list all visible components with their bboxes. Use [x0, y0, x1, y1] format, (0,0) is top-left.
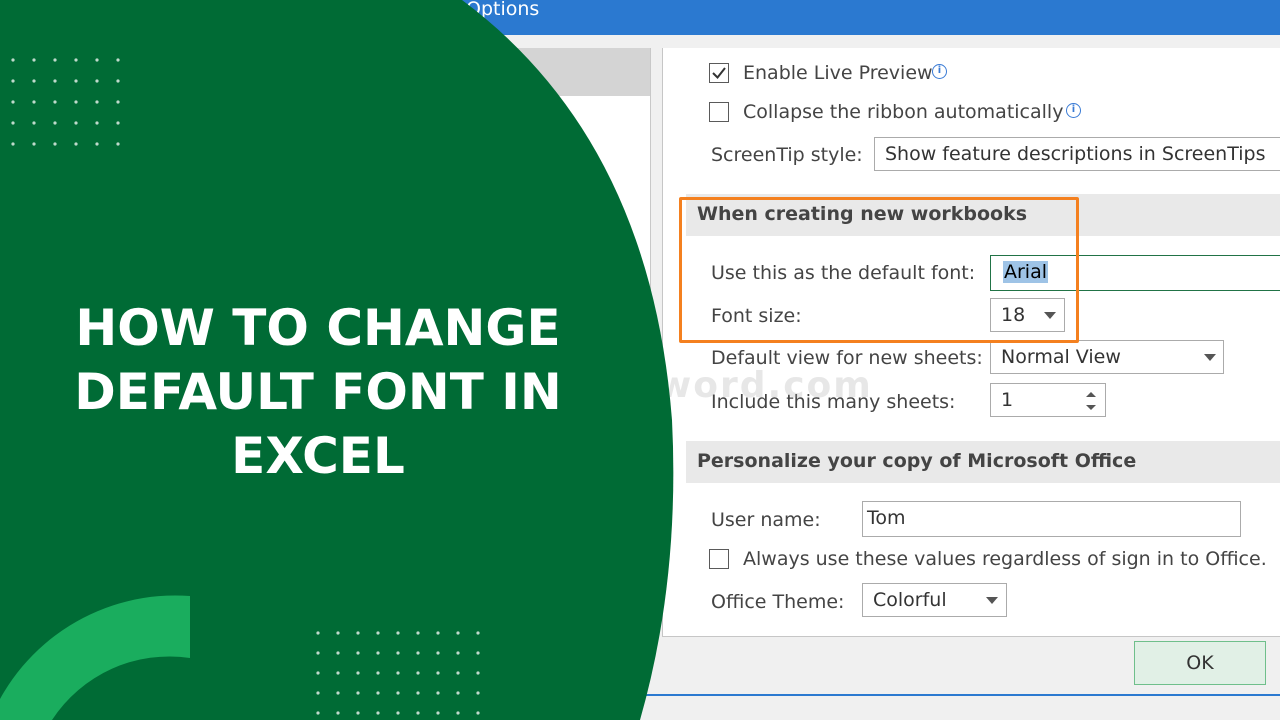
dot [74, 121, 78, 125]
dot [436, 711, 440, 715]
dot [32, 100, 36, 104]
dot [376, 651, 380, 655]
dot [95, 79, 99, 83]
headline-line: HOW TO CHANGE [75, 299, 561, 357]
dot [316, 671, 320, 675]
dot [436, 631, 440, 635]
dot [32, 121, 36, 125]
dot [356, 691, 360, 695]
headline-line: EXCEL [231, 427, 405, 485]
dot [376, 691, 380, 695]
dot [416, 671, 420, 675]
dot [336, 631, 340, 635]
dot [396, 711, 400, 715]
dot [416, 711, 420, 715]
dot [11, 100, 15, 104]
headline-line: DEFAULT FONT IN [74, 363, 562, 421]
dot [356, 631, 360, 635]
dot [95, 58, 99, 62]
dot [356, 711, 360, 715]
dot [336, 691, 340, 695]
dot [476, 671, 480, 675]
dot [53, 79, 57, 83]
dot [416, 691, 420, 695]
dot [356, 671, 360, 675]
dot [316, 711, 320, 715]
dot [32, 142, 36, 146]
dot [74, 100, 78, 104]
dot [116, 58, 120, 62]
dot [116, 100, 120, 104]
dot [376, 631, 380, 635]
dot [336, 711, 340, 715]
dot [74, 142, 78, 146]
dot [456, 711, 460, 715]
dot [356, 651, 360, 655]
dot [316, 691, 320, 695]
dot [53, 121, 57, 125]
dot [476, 631, 480, 635]
dot [436, 691, 440, 695]
dot [396, 631, 400, 635]
dot [416, 631, 420, 635]
dot [476, 691, 480, 695]
dot [316, 651, 320, 655]
dot [476, 651, 480, 655]
dot [376, 671, 380, 675]
dot [11, 121, 15, 125]
dot [32, 79, 36, 83]
dot [456, 651, 460, 655]
dot [116, 79, 120, 83]
dot [11, 79, 15, 83]
dot [336, 651, 340, 655]
dot [95, 142, 99, 146]
dot [456, 631, 460, 635]
dot [116, 142, 120, 146]
dot [416, 651, 420, 655]
dot [336, 671, 340, 675]
dot [396, 671, 400, 675]
dot [396, 691, 400, 695]
dot [456, 691, 460, 695]
dot [396, 651, 400, 655]
dot [53, 100, 57, 104]
dot [32, 58, 36, 62]
dot [95, 121, 99, 125]
dot [436, 671, 440, 675]
headline-title: HOW TO CHANGE DEFAULT FONT IN EXCEL [40, 296, 596, 488]
dot [476, 711, 480, 715]
dot [316, 631, 320, 635]
dot [95, 100, 99, 104]
dot [53, 142, 57, 146]
dot [11, 58, 15, 62]
dot [116, 121, 120, 125]
dot [74, 79, 78, 83]
dot [11, 142, 15, 146]
dot [376, 711, 380, 715]
dot [53, 58, 57, 62]
dot [436, 651, 440, 655]
dot [456, 671, 460, 675]
dot [74, 58, 78, 62]
